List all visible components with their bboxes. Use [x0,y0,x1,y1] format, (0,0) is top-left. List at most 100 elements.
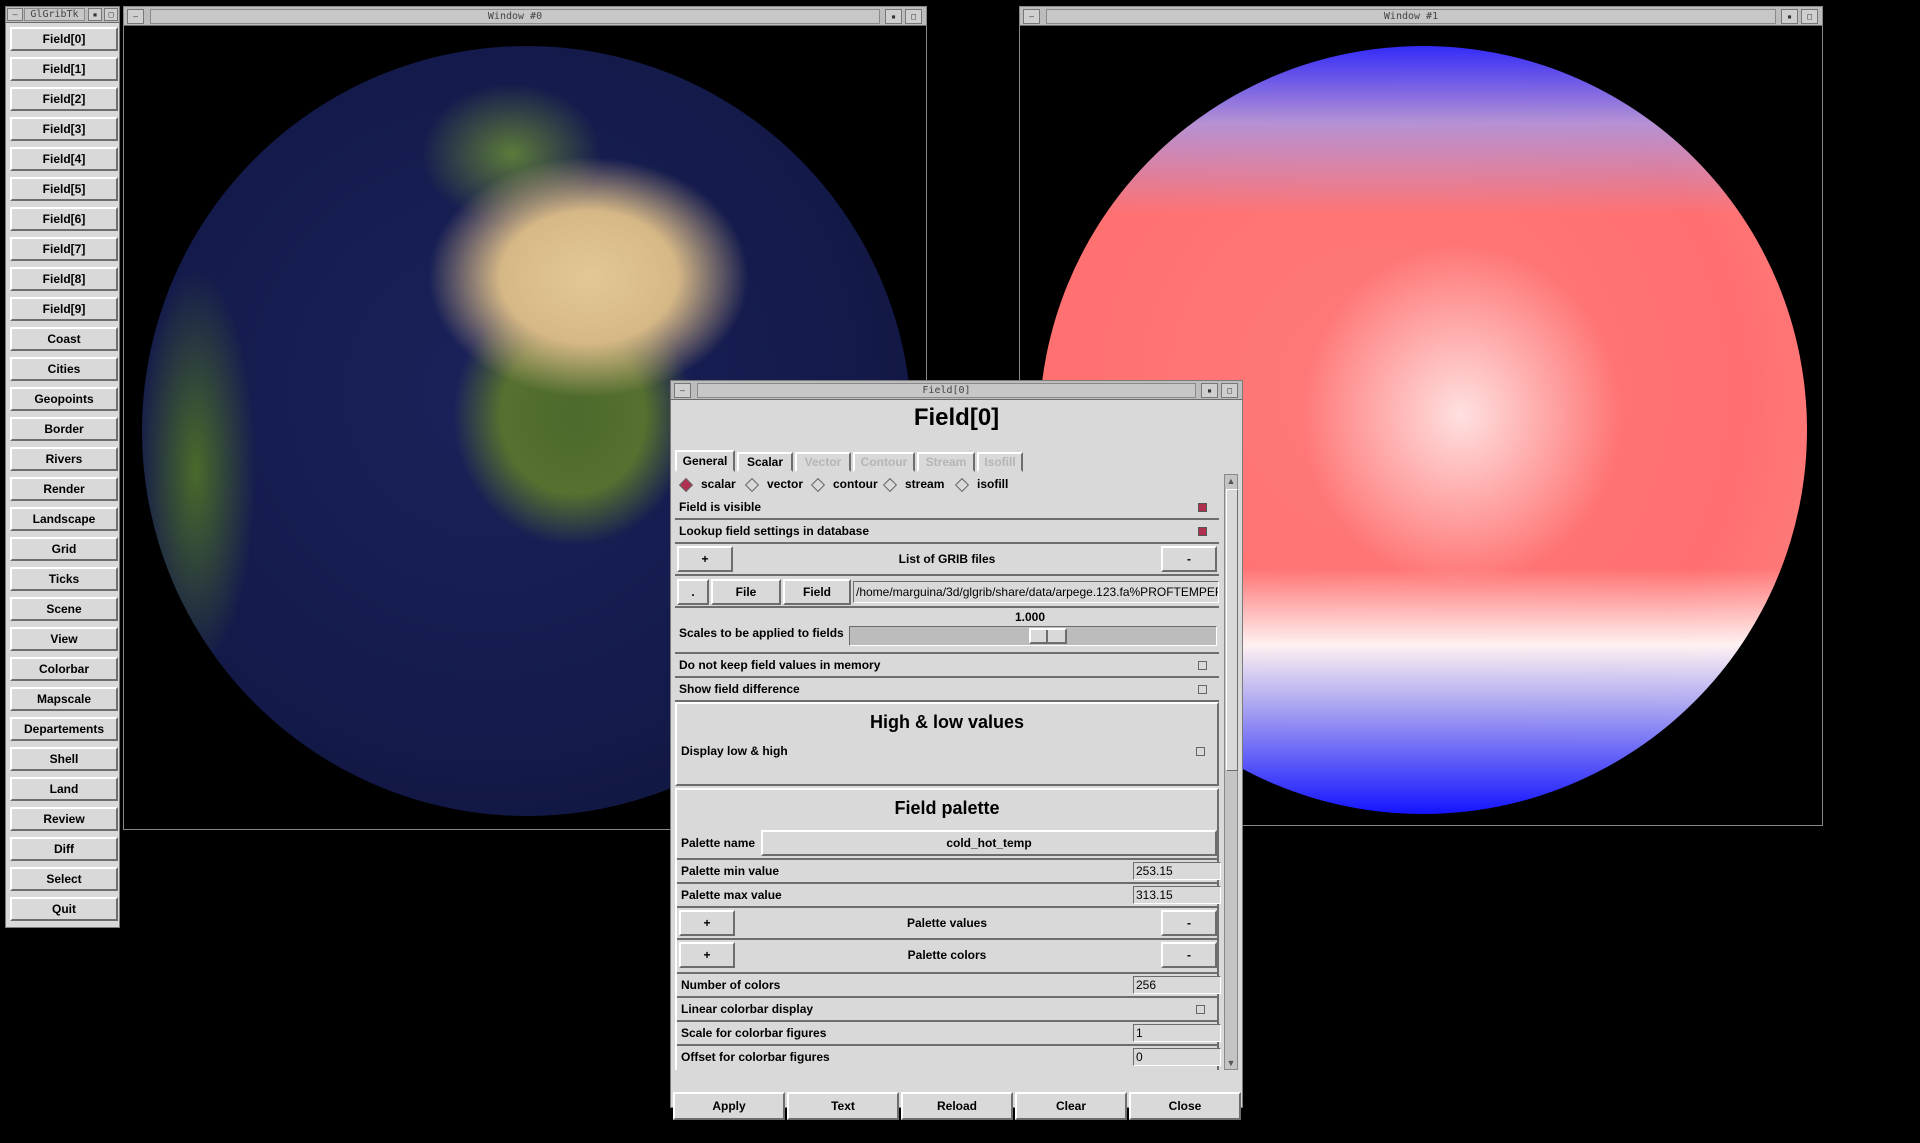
toolbox-button-quit[interactable]: Quit [10,897,118,921]
colorbar-offset-field[interactable]: 0 [1133,1048,1221,1066]
palette-section: Field palette Palette name cold_hot_temp… [675,788,1221,1070]
panel-scrollbar[interactable]: ▲ ▼ [1224,474,1238,1070]
scales-slider-thumb[interactable] [1029,628,1067,644]
toolbox-button-field6[interactable]: Field[6] [10,207,118,231]
type-radio-stream[interactable] [882,477,898,493]
text-button[interactable]: Text [787,1092,899,1120]
toolbox-button-field3[interactable]: Field[3] [10,117,118,141]
scrollbar-thumb[interactable] [1226,489,1238,771]
colorbar-scale-label: Scale for colorbar figures [681,1026,827,1040]
scroll-up-icon[interactable]: ▲ [1225,475,1237,487]
maximize-icon[interactable]: □ [905,9,922,24]
palette-min-field[interactable]: 253.15 [1133,862,1221,880]
remove-grib-button[interactable]: - [1161,546,1217,572]
toolbox-button-review[interactable]: Review [10,807,118,831]
palette-max-field[interactable]: 313.15 [1133,886,1221,904]
field-button[interactable]: Field [783,579,851,605]
type-label-stream[interactable]: stream [905,477,944,491]
type-label-isofill[interactable]: isofill [977,477,1008,491]
toolbox-button-field1[interactable]: Field[1] [10,57,118,81]
remove-palette-color-button[interactable]: - [1161,942,1217,968]
toolbox-button-landscape[interactable]: Landscape [10,507,118,531]
window-menu-icon[interactable]: — [127,9,144,24]
toolbox-button-mapscale[interactable]: Mapscale [10,687,118,711]
toolbox-button-field9[interactable]: Field[9] [10,297,118,321]
linear-colorbar-checkbox[interactable] [1196,1005,1205,1014]
minimize-icon[interactable]: ▪ [88,8,102,21]
toolbox-button-render[interactable]: Render [10,477,118,501]
window-menu-icon[interactable]: — [1023,9,1040,24]
window-menu-icon[interactable]: — [674,383,691,398]
toolbox-button-diff[interactable]: Diff [10,837,118,861]
high-low-section: High & low values Display low & high [675,702,1219,786]
apply-button[interactable]: Apply [673,1092,785,1120]
diff-checkbox[interactable] [1198,685,1207,694]
add-palette-color-button[interactable]: + [679,942,735,968]
diff-row: Show field difference [675,678,1219,702]
add-palette-value-button[interactable]: + [679,910,735,936]
toolbox-button-grid[interactable]: Grid [10,537,118,561]
remove-palette-value-button[interactable]: - [1161,910,1217,936]
ncolors-field[interactable]: 256 [1133,976,1221,994]
type-label-contour[interactable]: contour [833,477,878,491]
minimize-icon[interactable]: ▪ [885,9,902,24]
type-label-scalar[interactable]: scalar [701,477,736,491]
type-radio-isofill[interactable] [954,477,970,493]
close-button[interactable]: Close [1129,1092,1241,1120]
minimize-icon[interactable]: ▪ [1781,9,1798,24]
scales-slider-trough[interactable] [849,626,1217,646]
toolbox-button-field2[interactable]: Field[2] [10,87,118,111]
tab-scalar[interactable]: Scalar [737,452,793,472]
lookup-checkbox[interactable] [1198,527,1207,536]
window-menu-icon[interactable]: — [7,8,23,21]
tab-isofill: Isofill [977,452,1023,472]
toolbox-button-field4[interactable]: Field[4] [10,147,118,171]
tab-contour: Contour [853,452,915,472]
high-low-heading: High & low values [869,712,1025,732]
toolbox-button-colorbar[interactable]: Colorbar [10,657,118,681]
type-label-vector[interactable]: vector [767,477,803,491]
tab-general[interactable]: General [675,450,735,472]
display-low-high-checkbox[interactable] [1196,747,1205,756]
maximize-icon[interactable]: □ [1221,383,1238,398]
toolbox-button-land[interactable]: Land [10,777,118,801]
toolbox-button-rivers[interactable]: Rivers [10,447,118,471]
remove-file-button[interactable]: . [677,579,709,605]
minimize-icon[interactable]: ▪ [1201,383,1218,398]
maximize-icon[interactable]: □ [104,8,118,21]
type-radio-scalar[interactable] [678,477,694,493]
field-dialog-titlebar[interactable]: — Field[0] ▪ □ [671,381,1242,400]
linear-colorbar-label: Linear colorbar display [681,1002,814,1016]
field-visible-checkbox[interactable] [1198,503,1207,512]
maximize-icon[interactable]: □ [1801,9,1818,24]
toolbox-button-border[interactable]: Border [10,417,118,441]
toolbox-button-shell[interactable]: Shell [10,747,118,771]
add-grib-button[interactable]: + [677,546,733,572]
toolbox-button-view[interactable]: View [10,627,118,651]
clear-button[interactable]: Clear [1015,1092,1127,1120]
toolbox-button-field0[interactable]: Field[0] [10,27,118,51]
toolbox-button-field5[interactable]: Field[5] [10,177,118,201]
toolbox-button-field8[interactable]: Field[8] [10,267,118,291]
reload-button[interactable]: Reload [901,1092,1013,1120]
no-keep-checkbox[interactable] [1198,661,1207,670]
grib-path-field[interactable]: /home/marguina/3d/glgrib/share/data/arpe… [853,581,1219,603]
window-0-titlebar[interactable]: — Window #0 ▪ □ [124,7,926,26]
type-radio-vector[interactable] [744,477,760,493]
file-button[interactable]: File [711,579,781,605]
palette-name-button[interactable]: cold_hot_temp [761,830,1217,856]
colorbar-scale-field[interactable]: 1 [1133,1024,1221,1042]
toolbox-button-select[interactable]: Select [10,867,118,891]
type-radio-contour[interactable] [810,477,826,493]
window-1-titlebar[interactable]: — Window #1 ▪ □ [1020,7,1822,26]
toolbox-button-ticks[interactable]: Ticks [10,567,118,591]
palette-colors-label: Palette colors [907,948,987,962]
toolbox-titlebar[interactable]: — GlGribTk ▪ □ [6,7,119,23]
scroll-down-icon[interactable]: ▼ [1225,1057,1237,1069]
toolbox-button-cities[interactable]: Cities [10,357,118,381]
toolbox-button-field7[interactable]: Field[7] [10,237,118,261]
toolbox-button-geopoints[interactable]: Geopoints [10,387,118,411]
toolbox-button-scene[interactable]: Scene [10,597,118,621]
toolbox-button-departements[interactable]: Departements [10,717,118,741]
toolbox-button-coast[interactable]: Coast [10,327,118,351]
